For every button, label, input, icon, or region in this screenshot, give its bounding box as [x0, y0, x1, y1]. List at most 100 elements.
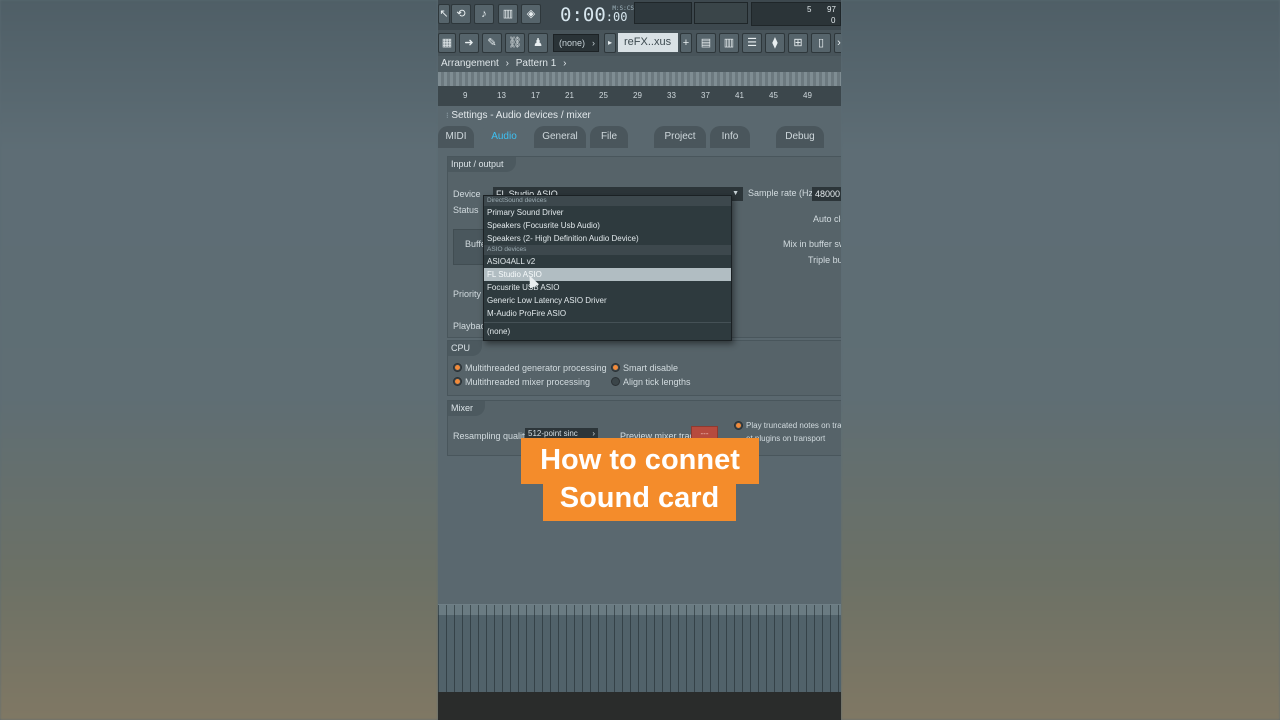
stamp-icon[interactable]: ♟ [528, 33, 548, 53]
ruler-tick: 17 [531, 91, 540, 100]
sample-rate-select[interactable]: 48000 [812, 187, 841, 201]
add-pattern-icon[interactable]: + [680, 33, 692, 53]
metronome-icon[interactable]: ◈ [521, 4, 541, 24]
window-menu-icon[interactable]: ⁝ [446, 111, 449, 120]
piano-icon[interactable]: ▦ [438, 33, 456, 53]
sample-rate-label: Sample rate (Hz) [748, 188, 817, 198]
counter-a: 5 [807, 5, 812, 14]
multithreaded-mixer-label: Multithreaded mixer processing [465, 377, 591, 387]
cpu-group: CPU Multithreaded generator processing M… [447, 340, 841, 396]
counter-b: 97 [827, 5, 836, 14]
triple-buffer-label[interactable]: Triple buff [808, 255, 841, 265]
counter-c: 0 [831, 16, 836, 25]
ruler-tick: 41 [735, 91, 744, 100]
preview-mixer-value: --- [700, 429, 709, 438]
time-display: 0:00:00 M:S:CS [560, 2, 636, 28]
radio-align-tick[interactable] [611, 377, 620, 386]
ruler-tick: 29 [633, 91, 642, 100]
oscilloscope-panel [694, 2, 748, 24]
device-option[interactable]: Focusrite USB ASIO [484, 281, 731, 294]
cpu-memory-panel: 5 97 0 [751, 2, 841, 26]
bottom-bar [438, 692, 841, 720]
device-option[interactable]: M-Audio ProFire ASIO [484, 307, 731, 320]
ruler-tick: 37 [701, 91, 710, 100]
pattern-toolbar: ▦ ➜ ✎ ⛓ ♟ (none) › ▸ reFX..xus #3 + ▤ ▥ ☰… [438, 30, 841, 67]
tab-info[interactable]: Info [710, 126, 750, 148]
ruler-tick: 49 [803, 91, 812, 100]
tab-file[interactable]: File [590, 126, 628, 148]
smart-disable-label: Smart disable [623, 363, 679, 373]
tab-midi[interactable]: MIDI [438, 126, 474, 148]
align-tick-label: Align tick lengths [623, 377, 691, 387]
fl-studio-window: ↖ ⟲ ♪ ▥ ◈ 0:00:00 M:S:CS 5 97 0 ▦ ➜ ✎ ⛓ … [438, 0, 841, 720]
more-icon[interactable]: › [834, 33, 841, 53]
directsound-header: DirectSound devices [484, 196, 731, 206]
radio-multithreaded-generator[interactable] [453, 363, 462, 372]
radio-smart-disable[interactable] [611, 363, 620, 372]
snap-select-value: (none) [559, 38, 586, 48]
device-option-selected[interactable]: FL Studio ASIO [484, 268, 731, 281]
blurred-background-right [841, 0, 1280, 720]
arrow-right-icon[interactable]: ➜ [459, 33, 479, 53]
asio-header: ASIO devices [484, 245, 731, 255]
timeline-ruler[interactable]: 9 13 17 21 25 29 33 37 41 45 49 [438, 86, 841, 106]
tab-project[interactable]: Project [654, 126, 706, 148]
mixer-title: Mixer [448, 401, 485, 416]
multithreaded-generator-label: Multithreaded generator processing [465, 363, 607, 373]
brush-icon[interactable]: ✎ [482, 33, 502, 53]
caption-line-2: Sound card [543, 478, 736, 521]
breadcrumb: Arrangement › Pattern 1 › [438, 56, 841, 72]
list-divider [484, 322, 731, 323]
device-option[interactable]: ASIO4ALL v2 [484, 255, 731, 268]
project-info-icon[interactable]: ▯ [811, 33, 831, 53]
breadcrumb-pattern[interactable]: Pattern 1 [516, 58, 557, 69]
step-edit-icon[interactable]: ♪ [474, 4, 494, 24]
resampling-value: 512-point sinc [528, 429, 578, 438]
buffer-box: Buffe [453, 229, 486, 265]
settings-title: ⁝ Settings - Audio devices / mixer [438, 108, 841, 124]
ruler-tick: 21 [565, 91, 574, 100]
pattern-selector[interactable]: reFX..xus #3 [618, 33, 678, 67]
device-option-none[interactable]: (none) [484, 325, 731, 338]
link-icon[interactable]: ⛓ [505, 33, 525, 53]
device-option[interactable]: Speakers (Focusrite Usb Audio) [484, 219, 731, 232]
device-option[interactable]: Speakers (2- High Definition Audio Devic… [484, 232, 731, 245]
ruler-tick: 9 [463, 91, 468, 100]
tab-audio[interactable]: Audio [480, 126, 528, 148]
transport-toolbar: ↖ ⟲ ♪ ▥ ◈ 0:00:00 M:S:CS 5 97 0 [438, 0, 841, 30]
settings-title-text: Settings - Audio devices / mixer [451, 110, 591, 121]
ruler-tick: 45 [769, 91, 778, 100]
blurred-background-left [0, 0, 438, 720]
settings-tabs: MIDI Audio General File Project Info Deb… [438, 126, 841, 148]
chevron-down-icon: ▼ [732, 190, 739, 197]
snap-select[interactable]: (none) › [553, 34, 599, 52]
input-output-title: Input / output [448, 157, 516, 172]
ruler-tick: 25 [599, 91, 608, 100]
piano-roll-icon[interactable]: ▥ [719, 33, 739, 53]
channel-rack-icon[interactable]: ☰ [742, 33, 762, 53]
loop-record-icon[interactable]: ⟲ [451, 4, 471, 24]
device-dropdown-list: DirectSound devices Primary Sound Driver… [483, 195, 732, 341]
typing-keyboard-icon[interactable]: ▥ [498, 4, 518, 24]
auto-close-label[interactable]: Auto clo [813, 214, 841, 224]
ruler-tick: 33 [667, 91, 676, 100]
playlist-icon[interactable]: ▤ [696, 33, 716, 53]
radio-multithreaded-mixer[interactable] [453, 377, 462, 386]
breadcrumb-arrangement[interactable]: Arrangement [441, 58, 499, 69]
tab-debug[interactable]: Debug [776, 126, 824, 148]
browser-icon[interactable]: ⊞ [788, 33, 808, 53]
mixer-icon[interactable]: ⧫ [765, 33, 785, 53]
timeline-scrollbar[interactable] [438, 72, 841, 86]
chevron-right-icon: › [563, 58, 567, 69]
playlist-grid[interactable] [438, 604, 841, 692]
sample-rate-value: 48000 [815, 189, 841, 199]
device-option[interactable]: Generic Low Latency ASIO Driver [484, 294, 731, 307]
cursor-icon[interactable]: ↖ [438, 4, 450, 24]
play-pattern-icon[interactable]: ▸ [604, 33, 616, 53]
tab-general[interactable]: General [534, 126, 586, 148]
mix-in-buffer-label[interactable]: Mix in buffer switc [783, 239, 841, 249]
ruler-tick: 13 [497, 91, 506, 100]
radio-play-truncated[interactable] [734, 421, 743, 430]
device-option[interactable]: Primary Sound Driver [484, 206, 731, 219]
caption-line-1-text: How to connet [540, 444, 740, 476]
